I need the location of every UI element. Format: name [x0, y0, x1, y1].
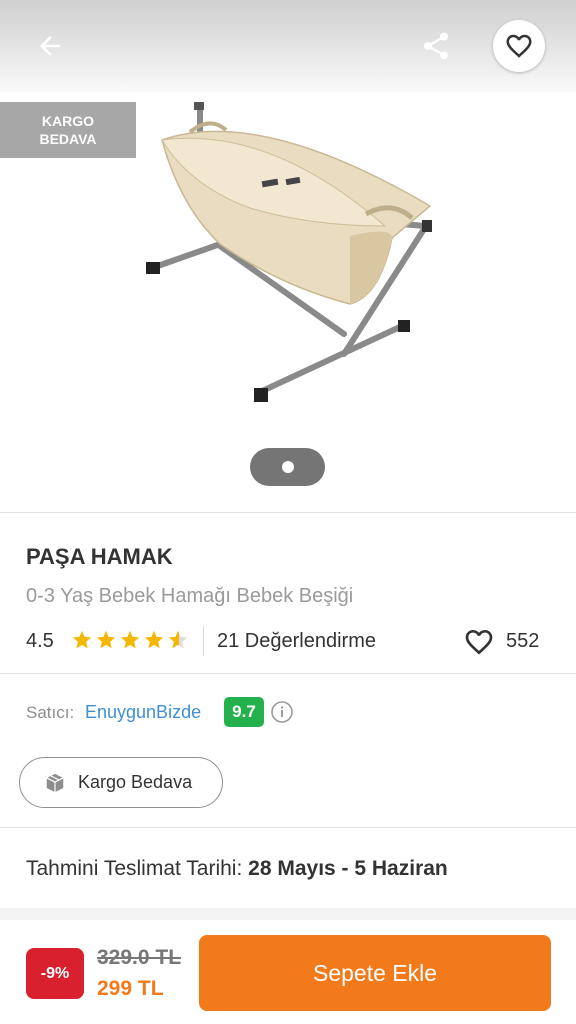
free-shipping-chip[interactable]: Kargo Bedava: [19, 757, 223, 808]
back-button[interactable]: [28, 26, 72, 66]
favorite-button[interactable]: [493, 20, 545, 72]
new-price: 299 TL: [97, 977, 164, 1000]
product-name: 0-3 Yaş Bebek Hamağı Bebek Beşiği: [26, 585, 354, 607]
divider: [0, 827, 576, 828]
brand-name[interactable]: PAŞA HAMAK: [26, 544, 173, 570]
heart-outline-icon: [506, 34, 532, 58]
delivery-estimate: Tahmini Teslimat Tarihi: 28 Mayıs - 5 Ha…: [26, 857, 448, 881]
star-icon: [96, 630, 116, 649]
star-half-icon: [168, 630, 188, 649]
rating-divider: [203, 626, 204, 656]
old-price: 329.0 TL: [97, 946, 182, 969]
product-image[interactable]: [130, 96, 450, 416]
section-spacer: [0, 908, 576, 920]
seller-score-badge: 9.7: [224, 697, 264, 727]
package-icon: [46, 773, 64, 792]
image-pager[interactable]: [250, 448, 325, 486]
arrow-left-icon: [40, 36, 60, 56]
seller-link[interactable]: EnuygunBizde: [85, 702, 201, 723]
star-icon: [72, 630, 92, 649]
heart-outline-icon[interactable]: [462, 626, 496, 658]
add-to-cart-button[interactable]: Sepete Ekle: [199, 935, 551, 1011]
rating-stars[interactable]: [71, 629, 189, 651]
discount-badge: -9%: [26, 948, 84, 999]
star-icon: [144, 630, 164, 649]
share-button[interactable]: [414, 26, 458, 66]
seller-label: Satıcı:: [26, 703, 75, 722]
like-count: 552: [506, 630, 540, 652]
info-icon[interactable]: [270, 700, 294, 724]
pager-dot-active: [281, 461, 294, 473]
free-shipping-chip-label: Kargo Bedava: [78, 772, 193, 792]
delivery-date: 28 Mayıs - 5 Haziran: [248, 857, 448, 880]
divider: [0, 512, 576, 513]
share-icon: [424, 32, 448, 60]
top-bar: [0, 0, 576, 92]
reviews-count[interactable]: 21 Değerlendirme: [217, 630, 376, 653]
rating-value: 4.5: [26, 630, 54, 652]
star-icon: [120, 630, 140, 649]
free-shipping-badge-text: KARGO BEDAVA: [39, 113, 97, 147]
delivery-label: Tahmini Teslimat Tarihi:: [26, 857, 243, 880]
divider: [0, 673, 576, 674]
free-shipping-badge: KARGO BEDAVA: [0, 102, 136, 158]
